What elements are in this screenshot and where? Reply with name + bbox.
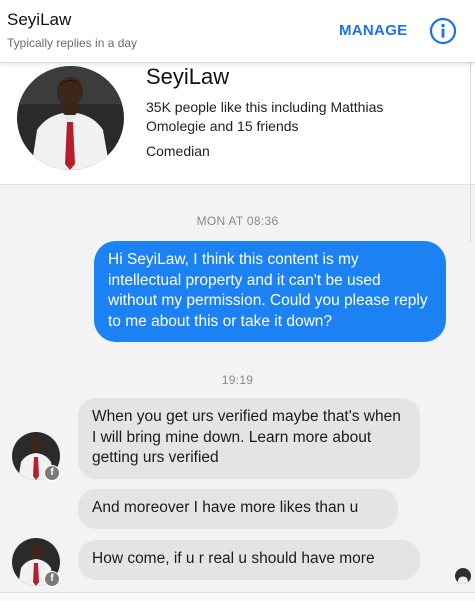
scrollbar[interactable] [470, 62, 475, 242]
page-badge-icon: f [44, 571, 60, 587]
info-button[interactable] [429, 17, 457, 45]
page-title[interactable]: SeyiLaw [7, 10, 71, 30]
message-bubble-incoming[interactable]: How come, if u r real u should have more [78, 540, 420, 580]
message-bubble-incoming[interactable]: When you get urs verified maybe that's w… [78, 398, 420, 479]
manage-button[interactable]: MANAGE [339, 22, 407, 39]
timestamp-divider: MON AT 08:36 [196, 214, 279, 228]
conversation-header: SeyiLaw Typically replies in a day MANAG… [0, 0, 475, 63]
profile-avatar[interactable] [17, 66, 124, 170]
info-icon [429, 17, 457, 45]
timestamp-divider: 19:19 [221, 373, 254, 387]
page-badge-icon: f [44, 465, 60, 481]
seen-indicator-avatar [455, 568, 471, 584]
message-bubble-outgoing[interactable]: Hi SeyiLaw, I think this content is my i… [94, 241, 446, 342]
page-profile-card: SeyiLaw 35K people like this including M… [0, 62, 475, 185]
profile-name[interactable]: SeyiLaw [146, 64, 229, 90]
page-likes-text: 35K people like this including Matthias … [146, 99, 384, 134]
page-category: Comedian [146, 143, 210, 159]
message-bubble-incoming[interactable]: And moreover I have more likes than u [78, 489, 398, 529]
response-time-text: Typically replies in a day [7, 36, 138, 50]
